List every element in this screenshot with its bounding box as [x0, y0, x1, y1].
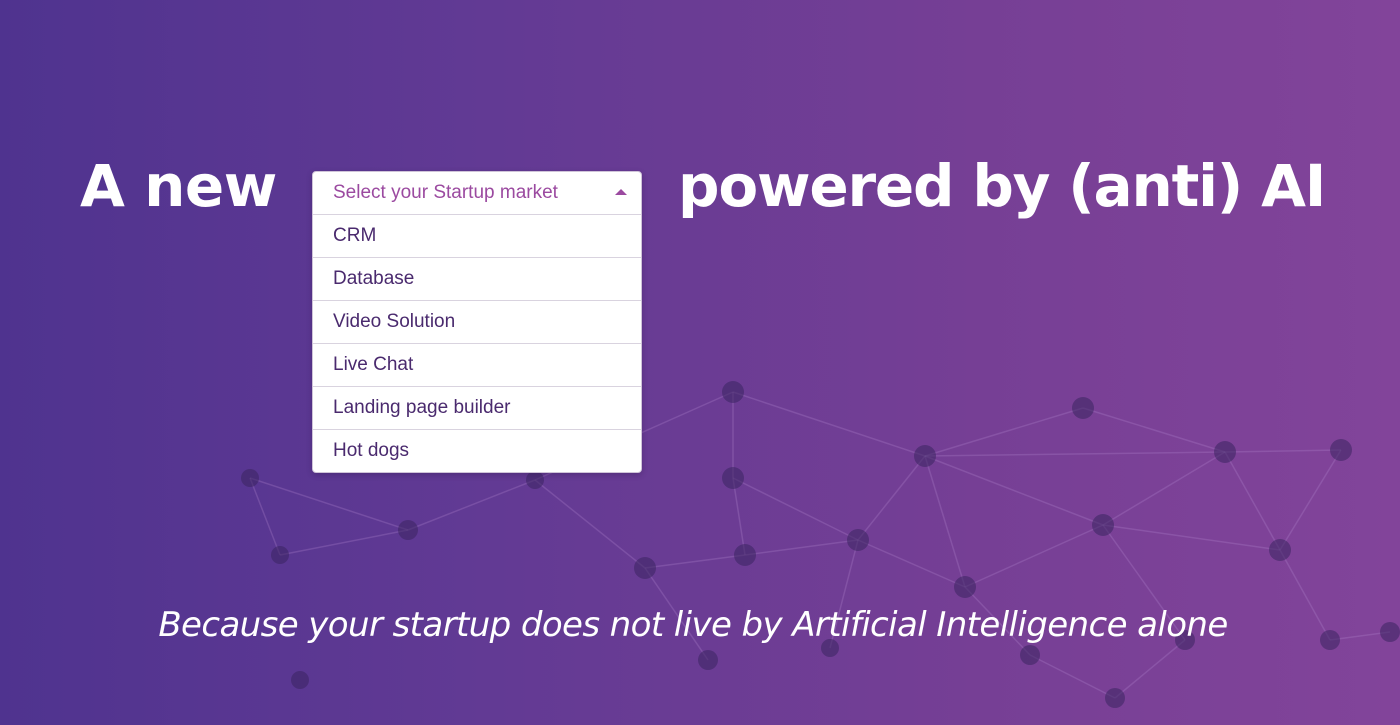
option-hot-dogs[interactable]: Hot dogs — [313, 430, 641, 472]
caret-up-icon — [615, 189, 627, 195]
option-crm[interactable]: CRM — [313, 215, 641, 258]
dropdown-options: CRM Database Video Solution Live Chat La… — [313, 215, 641, 472]
headline-right: powered by (anti) AI — [678, 152, 1326, 220]
option-landing-page-builder[interactable]: Landing page builder — [313, 387, 641, 430]
startup-market-dropdown[interactable]: Select your Startup market CRM Database … — [312, 171, 642, 473]
option-database[interactable]: Database — [313, 258, 641, 301]
option-video-solution[interactable]: Video Solution — [313, 301, 641, 344]
dropdown-placeholder: Select your Startup market — [333, 182, 558, 203]
option-live-chat[interactable]: Live Chat — [313, 344, 641, 387]
dropdown-toggle[interactable]: Select your Startup market — [313, 172, 641, 215]
tagline: Because your startup does not live by Ar… — [158, 605, 1228, 645]
headline-left: A new — [80, 152, 277, 220]
